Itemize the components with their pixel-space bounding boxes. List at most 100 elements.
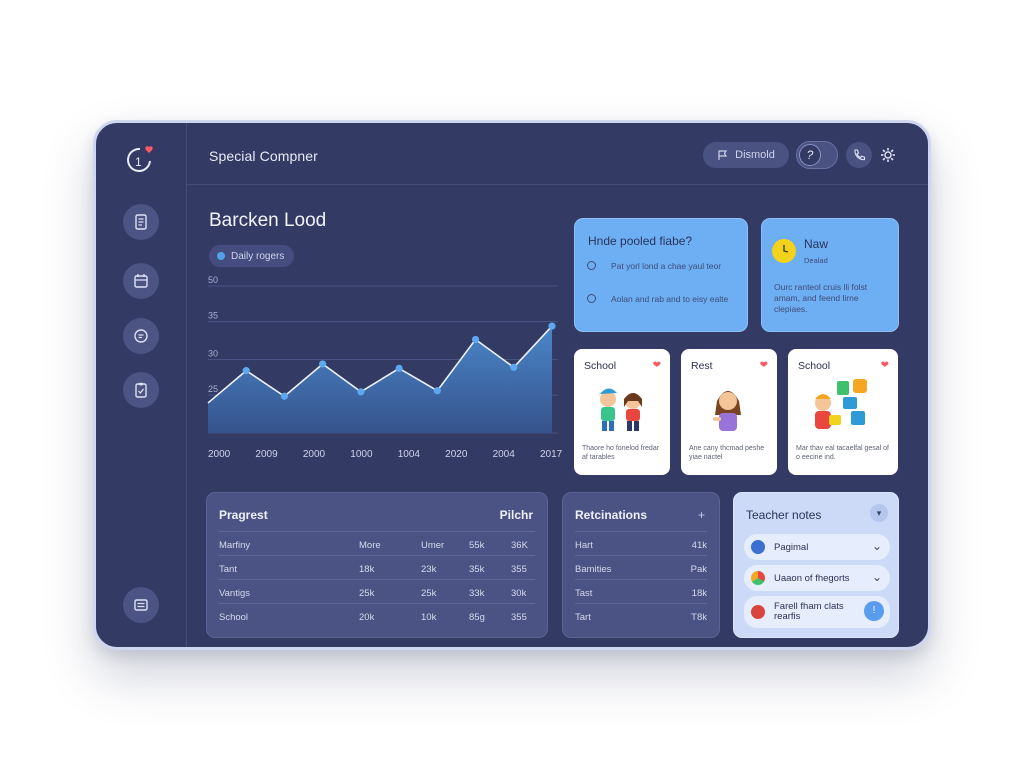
x-tick-label: 2004 bbox=[493, 449, 516, 460]
document-icon bbox=[135, 214, 147, 230]
sidebar-item-calendar[interactable] bbox=[123, 263, 159, 299]
data-point[interactable] bbox=[471, 335, 480, 344]
girl-illustration bbox=[713, 391, 741, 431]
sidebar: 1 bbox=[96, 123, 187, 647]
relation-row[interactable]: Tast 18k bbox=[575, 579, 707, 603]
heart-icon[interactable]: ❤ bbox=[653, 360, 661, 371]
add-relation-button[interactable]: + bbox=[698, 508, 705, 522]
note-item[interactable]: Farell fham clats rearfis ! bbox=[744, 596, 890, 628]
y-tick-label: 25 bbox=[208, 384, 218, 394]
settings-button[interactable] bbox=[875, 142, 901, 168]
sidebar-item-documents[interactable] bbox=[123, 204, 159, 240]
relation-name: Tart bbox=[575, 612, 591, 623]
school-card[interactable]: School ❤ Thaore ho fonelod fredar af tar… bbox=[574, 349, 670, 475]
app-window: 1 Special Compner Dismold ? Barcken Lood… bbox=[93, 120, 931, 650]
table-row[interactable]: Vantigs 25k 25k 33k 30k bbox=[219, 579, 535, 603]
chevron-down-icon: ⌄ bbox=[871, 539, 882, 553]
sidebar-item-chat[interactable] bbox=[123, 318, 159, 354]
note-label: Uaaon of fhegorts bbox=[774, 572, 850, 584]
app-title: Special Compner bbox=[209, 148, 318, 164]
legend-filter-chip[interactable]: Daily rogers bbox=[209, 245, 295, 267]
x-tick-label: 1004 bbox=[398, 449, 421, 460]
school-card-desc: Thaore ho fonelod fredar af tarables bbox=[582, 445, 660, 461]
relations-panel: Retcinations + Hart 41k Bamities Pak Tast 18k… bbox=[562, 492, 720, 638]
table-cell: 33k bbox=[469, 588, 485, 599]
table-cell: Umer bbox=[421, 540, 445, 551]
chart-icon bbox=[751, 571, 765, 585]
school-card-2-label: School bbox=[798, 360, 831, 372]
hint-card[interactable]: Hnde pooled fiabe? Pat yorl lond a chae … bbox=[574, 218, 748, 332]
relation-row[interactable]: Hart 41k bbox=[575, 531, 707, 555]
table-cell: 85g bbox=[469, 612, 485, 623]
school-card-2[interactable]: School ❤ Mar thav eal tacaelfal gesal of… bbox=[788, 349, 898, 475]
relation-row[interactable]: Bamities Pak bbox=[575, 555, 707, 579]
table-cell: More bbox=[359, 540, 381, 551]
data-point[interactable] bbox=[395, 364, 403, 373]
kids-illustration bbox=[599, 388, 642, 431]
data-point[interactable] bbox=[548, 322, 556, 330]
news-card-title: Naw bbox=[804, 237, 829, 251]
rest-card[interactable]: Rest ❤ Ane cany thcmad peshe yiae nactel bbox=[681, 349, 777, 475]
data-point[interactable] bbox=[510, 363, 518, 371]
school-card-label: School bbox=[584, 360, 617, 372]
heart-icon[interactable]: ❤ bbox=[881, 360, 889, 371]
note-item[interactable]: Uaaon of fhegorts ⌄ bbox=[744, 565, 890, 591]
gear-icon bbox=[881, 148, 895, 162]
clock-icon bbox=[772, 239, 796, 263]
flag-icon bbox=[718, 150, 728, 160]
relation-row[interactable]: Tart T8k bbox=[575, 603, 707, 627]
table-row[interactable]: School 20k 10k 85g 355 bbox=[219, 603, 535, 627]
school-card-2-desc: Mar thav eal tacaelfal gesal of o eecine… bbox=[796, 445, 889, 461]
sidebar-item-menu[interactable] bbox=[123, 587, 159, 623]
notes-menu-button[interactable]: ▾ bbox=[870, 504, 888, 522]
x-tick-label: 2009 bbox=[255, 449, 278, 460]
x-tick-label: 2017 bbox=[540, 449, 563, 460]
dismold-label: Dismold bbox=[735, 149, 775, 161]
data-point[interactable] bbox=[433, 387, 441, 395]
table-cell: 18k bbox=[359, 564, 375, 575]
legend-dot bbox=[217, 252, 225, 260]
table-cell: School bbox=[219, 612, 249, 623]
rest-card-label: Rest bbox=[691, 360, 713, 372]
table-cell: 355 bbox=[511, 564, 527, 575]
table-row[interactable]: Tant 18k 23k 35k 355 bbox=[219, 555, 535, 579]
news-card[interactable]: Naw Dealad Ourc ranteol cruis lli folst … bbox=[761, 218, 899, 332]
relation-value: Pak bbox=[690, 564, 707, 575]
relation-name: Hart bbox=[575, 540, 593, 551]
table-cell: 23k bbox=[421, 564, 437, 575]
table-cell: 25k bbox=[421, 588, 437, 599]
area-chart: 1025303550200020092000100010042020200420… bbox=[207, 275, 563, 460]
data-point[interactable] bbox=[242, 367, 250, 375]
note-item[interactable]: Pagimal ⌄ bbox=[744, 534, 890, 560]
table-cell: 20k bbox=[359, 612, 375, 623]
table-header-row[interactable]: Marfiny More Umer 55k 36K bbox=[219, 531, 535, 555]
table-cell: Vantigs bbox=[219, 588, 250, 599]
data-point[interactable] bbox=[319, 360, 327, 368]
data-point[interactable] bbox=[280, 392, 289, 400]
hint-card-title: Hnde pooled fiabe? bbox=[588, 234, 693, 248]
x-tick-label: 2000 bbox=[208, 449, 231, 460]
data-point[interactable] bbox=[357, 388, 365, 396]
learning-blocks-illustration bbox=[815, 379, 867, 429]
sidebar-item-clipboard[interactable] bbox=[123, 372, 159, 408]
phone-button[interactable] bbox=[846, 142, 872, 168]
dismold-button[interactable]: Dismold bbox=[703, 142, 789, 168]
legend-label: Daily rogers bbox=[231, 250, 285, 262]
relations-title: Retcinations bbox=[575, 508, 648, 522]
bullet-icon bbox=[587, 294, 596, 303]
relation-name: Tast bbox=[575, 588, 593, 599]
hint-item-1: Pat yorl lond a chae yaul teor bbox=[611, 261, 722, 271]
info-fab-button[interactable]: ! bbox=[864, 601, 884, 621]
help-toggle[interactable]: ? bbox=[796, 141, 838, 169]
table-cell: 355 bbox=[511, 612, 527, 623]
x-tick-label: 2020 bbox=[445, 449, 468, 460]
chart-title: Barcken Lood bbox=[209, 210, 327, 231]
hint-item-2: Aolan and rab and to eisy ealte bbox=[611, 294, 729, 304]
topbar: Special Compner Dismold ? bbox=[187, 123, 928, 185]
table-cell: 25k bbox=[359, 588, 375, 599]
progress-right-label[interactable]: Pilchr bbox=[500, 508, 533, 522]
heart-icon[interactable]: ❤ bbox=[760, 360, 768, 371]
badge-icon bbox=[751, 540, 765, 554]
table-cell: 30k bbox=[511, 588, 527, 599]
bullet-icon bbox=[587, 261, 596, 270]
